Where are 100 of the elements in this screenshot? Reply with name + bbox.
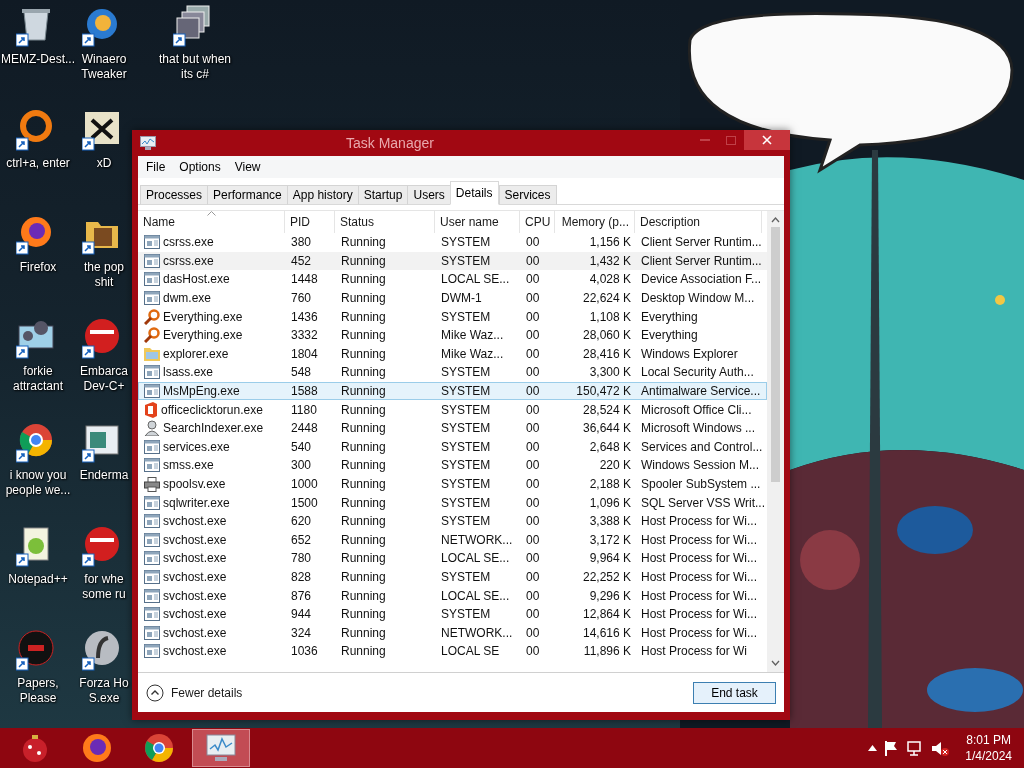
process-row[interactable]: svchost.exe 944 Running SYSTEM 00 12,864 K Host Process for Wi... [138,604,767,624]
table-cell: Running [341,624,386,641]
clock-date: 1/4/2024 [965,748,1012,764]
program-icon [144,291,160,306]
desktop-icon-label[interactable]: forkie attractant [13,364,63,394]
close-button[interactable] [744,130,790,150]
column-header[interactable]: PID [285,211,335,233]
table-cell: 944 [291,606,312,623]
scrollbar[interactable] [767,211,784,672]
process-row[interactable]: svchost.exe 324 Running NETWORK... 00 14,616 K Host Process for Wi... [138,623,767,643]
table-cell: 4,028 K [589,271,631,288]
table-cell: svchost.exe [163,624,227,641]
program-icon [144,570,160,584]
task-manager-icon[interactable] [205,733,237,763]
menu-item[interactable]: View [228,160,267,174]
table-cell: svchost.exe [163,643,227,660]
process-row[interactable]: MsMpEng.exe 1588 Running SYSTEM 00 150,472 K Antimalware Service... [138,381,767,401]
desktop-icon-label[interactable]: MEMZ-Dest... [1,52,75,67]
collapse-icon[interactable] [146,683,164,702]
process-row[interactable]: smss.exe 300 Running SYSTEM 00 220 K Windows Session M... [138,456,767,475]
end-task-button[interactable]: End task [693,681,776,704]
table-cell: LOCAL SE [441,643,500,660]
desktop-icon-label[interactable]: xD [96,156,112,171]
table-cell: Running [341,420,386,437]
column-header[interactable]: Memory (p... [555,211,635,233]
column-header[interactable]: CPU [520,211,555,233]
process-row[interactable]: officeclicktorun.exe 1180 Running SYSTEM 00 28,524 K Microsoft Office Cli... [138,400,767,419]
tab[interactable]: Users [407,185,451,205]
column-header[interactable]: Name [138,211,285,233]
process-row[interactable]: svchost.exe 828 Running SYSTEM 00 22,252 K Host Process for Wi... [138,567,767,587]
tab[interactable]: Services [498,185,557,205]
process-row[interactable]: dwm.exe 760 Running DWM-1 00 22,624 K Desktop Window M... [138,288,767,308]
tab[interactable]: Details [449,181,499,205]
menu-item[interactable]: File [140,160,172,174]
desktop-icon-label[interactable]: Notepad++ [8,572,68,587]
process-row[interactable]: sqlwriter.exe 1500 Running SYSTEM 00 1,096 K SQL Server VSS Writ... [138,493,767,512]
desktop-icon-label[interactable]: Enderma [79,468,129,483]
desktop-icon-label[interactable]: Winaero Tweaker [81,52,127,82]
table-cell: SYSTEM [441,438,491,455]
fewer-details-link[interactable]: Fewer details [171,685,243,700]
process-row[interactable]: spoolsv.exe 1000 Running SYSTEM 00 2,188 K Spooler SubSystem ... [138,474,767,494]
chevron-up-icon[interactable] [868,745,878,751]
desktop-icon-label[interactable]: i know you people we... [5,468,71,498]
process-row[interactable]: svchost.exe 652 Running NETWORK... 00 3,172 K Host Process for Wi... [138,530,767,550]
tab[interactable]: Startup [357,185,409,205]
process-row[interactable]: explorer.exe 1804 Running Mike Waz... 00 28,416 K Windows Explorer [138,344,767,364]
table-cell: spoolsv.exe [163,476,226,492]
column-header[interactable]: User name [435,211,520,233]
desktop-icon-label[interactable]: that but when its c# [158,52,232,82]
table-cell: 828 [291,569,312,585]
flag-icon[interactable] [885,740,900,756]
process-row[interactable]: dasHost.exe 1448 Running LOCAL SE... 00 4,028 K Device Association F... [138,270,767,289]
process-row[interactable]: csrss.exe 452 Running SYSTEM 00 1,432 K Client Server Runtim... [138,251,767,271]
scroll-down-icon[interactable] [771,660,780,666]
clock[interactable]: 8:01 PM 1/4/2024 [965,732,1012,764]
column-header[interactable]: Status [335,211,435,233]
desktop-icon-label[interactable]: Firefox [19,260,57,275]
chrome-icon[interactable] [143,732,175,764]
process-row[interactable]: svchost.exe 780 Running LOCAL SE... 00 9,964 K Host Process for Wi... [138,549,767,568]
table-cell: 00 [526,531,540,548]
process-row[interactable]: SearchIndexer.exe 2448 Running SYSTEM 00 36,644 K Microsoft Windows ... [138,418,767,438]
table-cell: Running [341,327,386,344]
folder-icon [144,346,160,361]
tab[interactable]: App history [286,185,359,205]
desktop-icon-label[interactable]: Embarca Dev-C+ [80,364,128,394]
menu-item[interactable]: Options [173,160,227,174]
table-cell: Microsoft Windows ... [641,420,756,437]
column-header[interactable]: Description [635,211,762,233]
table-cell: 00 [526,401,540,418]
process-row[interactable]: lsass.exe 548 Running SYSTEM 00 3,300 K Local Security Auth... [138,363,767,382]
scroll-up-icon[interactable] [771,217,780,223]
table-cell: explorer.exe [163,345,229,362]
tab[interactable]: Processes [140,185,209,205]
desktop-icon-label[interactable]: Forza Ho S.exe [79,676,129,706]
process-row[interactable]: Everything.exe 1436 Running SYSTEM 00 1,108 K Everything [138,307,767,326]
desktop-icon-label[interactable]: the pop shit [83,260,124,290]
table-cell: SYSTEM [441,476,491,492]
program-icon [144,588,160,603]
table-cell: Antimalware Service... [641,383,761,400]
program-icon [144,607,160,622]
process-row[interactable]: svchost.exe 876 Running LOCAL SE... 00 9,296 K Host Process for Wi... [138,586,767,605]
network-icon[interactable] [907,740,924,756]
process-row[interactable]: Everything.exe 3332 Running Mike Waz... 00 28,060 K Everything [138,325,767,345]
taskbar-button[interactable] [192,729,250,767]
table-cell: 1000 [291,476,318,492]
muted-speaker-icon[interactable] [931,740,950,756]
table-cell: Running [341,457,386,474]
tab[interactable]: Performance [207,185,288,205]
table-cell: Running [341,364,386,381]
table-cell: LOCAL SE... [441,550,510,567]
desktop-icon-label[interactable]: Papers, Please [0,676,76,706]
process-row[interactable]: csrss.exe 380 Running SYSTEM 00 1,156 K Client Server Runtim... [138,233,767,252]
table-cell: 28,060 K [582,327,631,344]
process-row[interactable]: svchost.exe 620 Running SYSTEM 00 3,388 K Host Process for Wi... [138,511,767,531]
process-row[interactable]: svchost.exe 1036 Running LOCAL SE 00 11,896 K Host Process for Wi [138,642,767,661]
desktop-icon-label[interactable]: for whe some ru [82,572,126,602]
table-cell: 00 [526,327,540,344]
process-row[interactable]: services.exe 540 Running SYSTEM 00 2,648 K Services and Control... [138,437,767,457]
desktop-icon-label[interactable]: ctrl+a, enter [6,156,70,171]
table-cell: 00 [526,308,540,325]
